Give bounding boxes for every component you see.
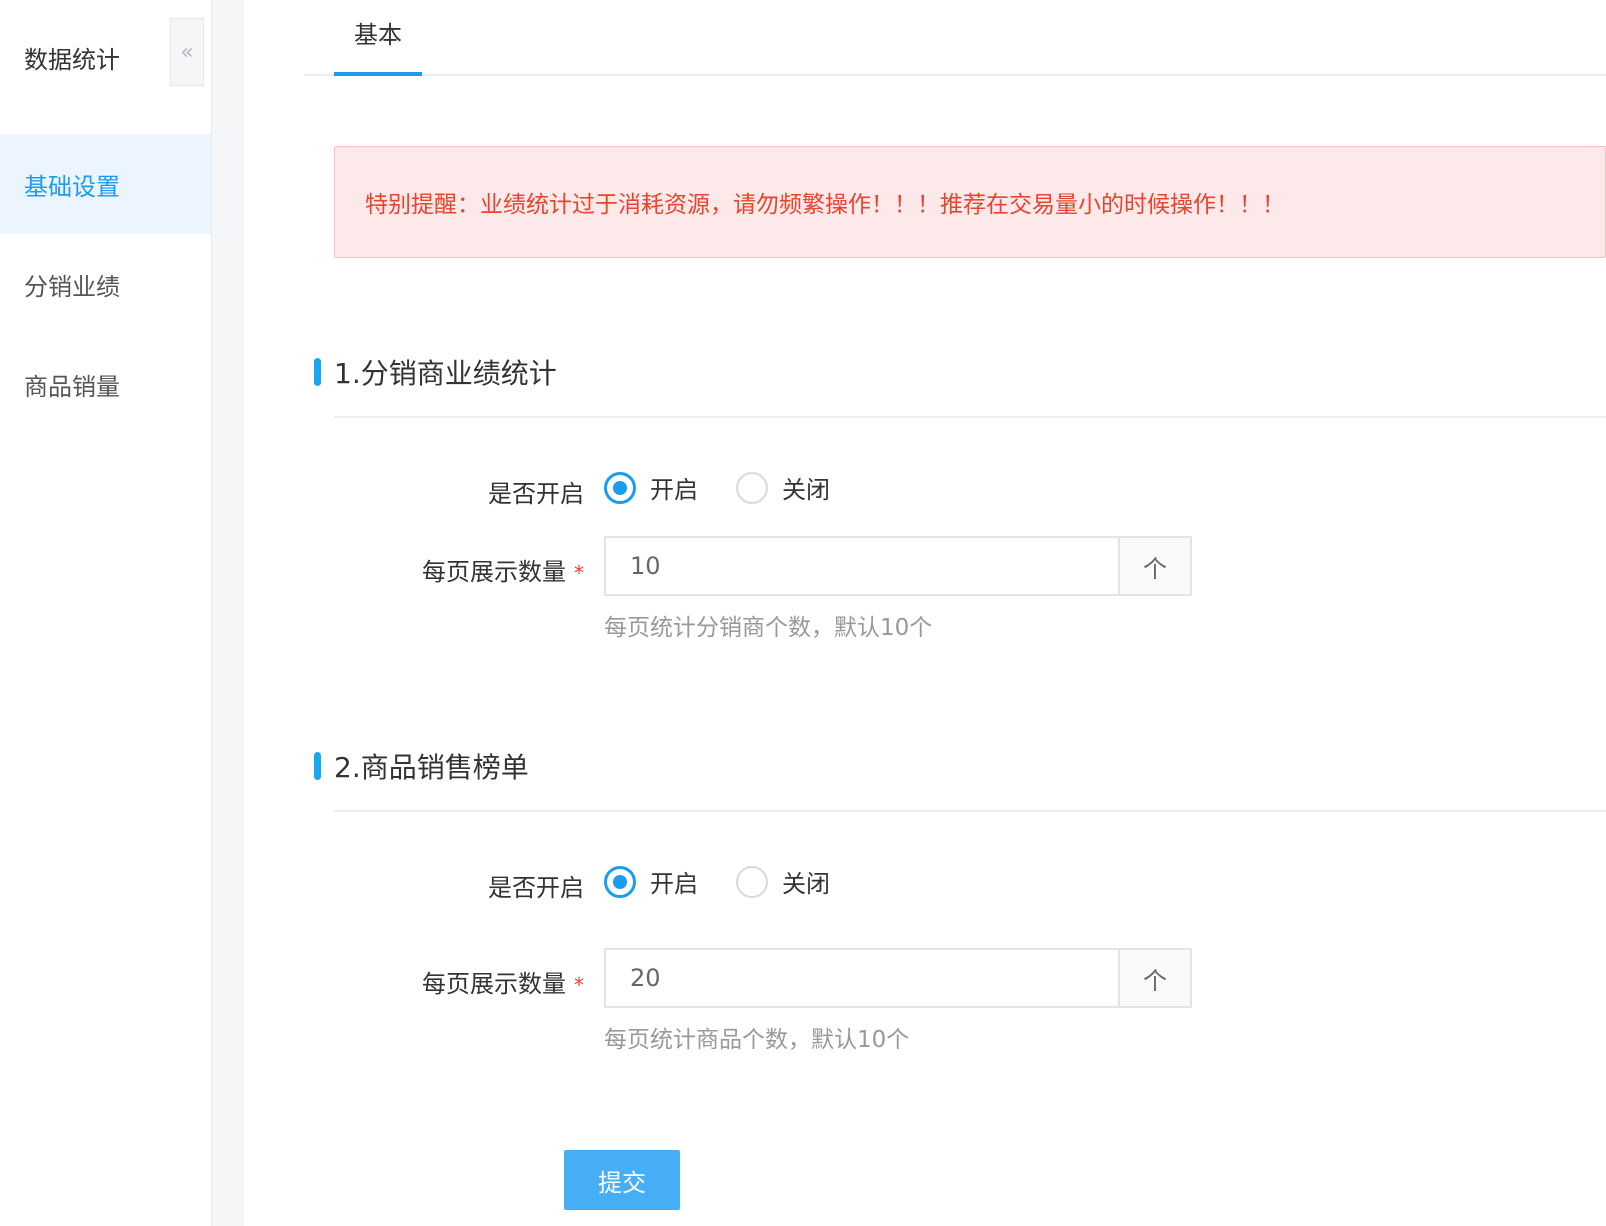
sidebar-item-basic-settings[interactable]: 基础设置 [0,134,211,234]
count-label-text: 每页展示数量 [422,558,566,586]
warning-alert: 特别提醒：业绩统计过于消耗资源，请勿频繁操作！！！推荐在交易量小的时候操作！！！ [334,146,1606,258]
sidebar-item-product-sales[interactable]: 商品销量 [0,334,211,434]
section-title: 1.分销商业绩统计 [314,352,557,392]
sidebar-item-label: 基础设置 [24,172,120,201]
enable-label: 是否开启 [488,480,584,508]
radio-label: 关闭 [782,476,830,504]
sidebar-item-label: 商品销量 [24,372,120,401]
radio-enable-off[interactable]: 关闭 [736,470,830,505]
radio-label: 开启 [650,870,698,898]
unit-addon: 个 [1118,538,1190,594]
enable-radio-group: 开启 关闭 [604,864,868,899]
sidebar-nav: 基础设置 分销业绩 商品销量 [0,134,211,434]
count-label: 每页展示数量 * [244,552,584,587]
tab-basic[interactable]: 基本 [334,0,422,76]
radio-checked-icon [604,865,636,898]
sidebar-item-distribution-performance[interactable]: 分销业绩 [0,234,211,334]
count-label: 每页展示数量 * [244,964,584,999]
radio-checked-icon [604,471,636,504]
sidebar-gutter [212,0,244,1226]
sidebar-title: 数据统计 [24,46,120,74]
unit-addon: 个 [1118,950,1190,1006]
count-label-text: 每页展示数量 [422,970,566,998]
section-title: 2.商品销售榜单 [314,746,529,786]
submit-button[interactable]: 提交 [564,1150,680,1210]
help-text: 每页统计分销商个数，默认10个 [604,615,933,641]
page-count-input[interactable] [606,950,1118,1006]
help-text: 每页统计商品个数，默认10个 [604,1027,910,1053]
radio-enable-off[interactable]: 关闭 [736,864,830,899]
radio-label: 开启 [650,476,698,504]
tab-bar: 基本 [304,0,1606,76]
enable-radio-group: 开启 关闭 [604,470,868,505]
radio-enable-on[interactable]: 开启 [604,864,698,899]
radio-unchecked-icon [736,865,768,898]
section-marker [314,752,321,780]
section-title-text: 2.商品销售榜单 [334,751,529,784]
radio-label: 关闭 [782,870,830,898]
radio-enable-on[interactable]: 开启 [604,470,698,505]
count-input-group: 个 [604,948,1192,1008]
required-mark: * [574,973,584,997]
tab-label: 基本 [354,20,402,49]
sidebar: 数据统计 « 基础设置 分销业绩 商品销量 [0,0,212,1226]
main-content: 基本 特别提醒：业绩统计过于消耗资源，请勿频繁操作！！！推荐在交易量小的时候操作… [244,0,1606,1226]
alert-text: 特别提醒：业绩统计过于消耗资源，请勿频繁操作！！！推荐在交易量小的时候操作！！！ [365,192,1285,218]
section-divider [334,416,1606,418]
count-input-group: 个 [604,536,1192,596]
required-mark: * [574,561,584,585]
enable-label: 是否开启 [488,874,584,902]
collapse-sidebar-button[interactable]: « [170,18,204,86]
page-count-input[interactable] [606,538,1118,594]
section-divider [334,810,1606,812]
section-title-text: 1.分销商业绩统计 [334,357,557,390]
sidebar-item-label: 分销业绩 [24,272,120,301]
radio-unchecked-icon [736,471,768,504]
double-chevron-left-icon: « [180,39,194,65]
section-marker [314,358,321,386]
